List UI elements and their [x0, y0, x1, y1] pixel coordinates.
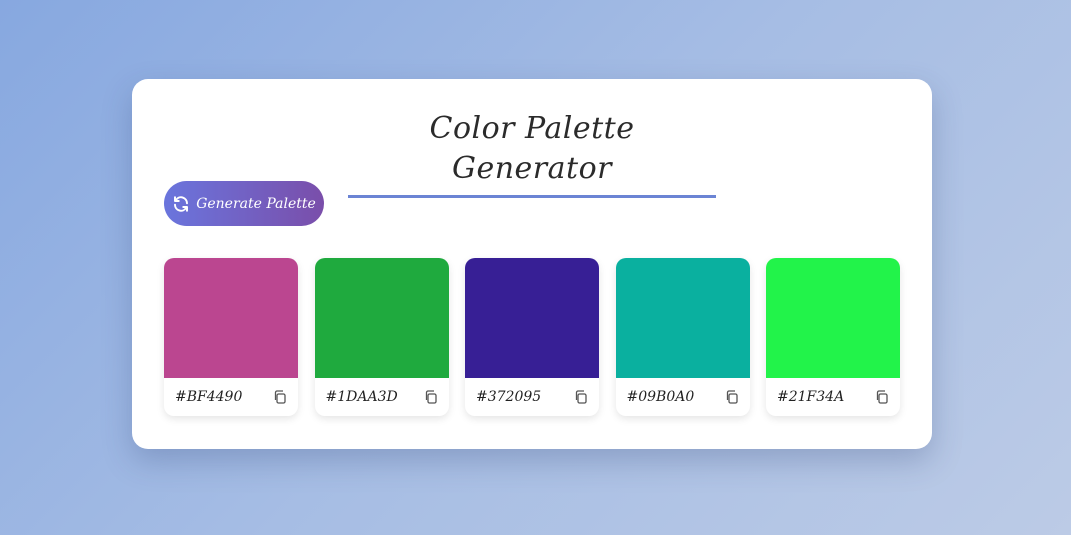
swatch-color[interactable]	[314, 258, 449, 378]
swatch-info: #21F34A	[766, 378, 900, 416]
swatch-color[interactable]	[164, 258, 298, 378]
swatch-hex: #BF4490	[175, 389, 243, 405]
swatch-card[interactable]: #21F34A	[766, 258, 900, 416]
page-title: Color Palette Generator	[348, 109, 716, 198]
generate-palette-label: Generate Palette	[196, 195, 316, 212]
swatch-card[interactable]: #372095	[465, 258, 599, 416]
swatch-hex: #372095	[476, 389, 542, 405]
copy-icon[interactable]	[874, 389, 890, 405]
swatch-info: #BF4490	[164, 378, 298, 416]
generate-palette-button[interactable]: Generate Palette	[164, 181, 324, 226]
swatch-card[interactable]: #09B0A0	[615, 258, 750, 416]
copy-icon[interactable]	[272, 389, 288, 405]
swatch-hex: #1DAA3D	[325, 389, 398, 405]
swatch-hex: #09B0A0	[626, 389, 695, 405]
swatch-color[interactable]	[766, 258, 900, 378]
copy-icon[interactable]	[423, 389, 439, 405]
refresh-icon	[172, 195, 190, 213]
swatch-list: #BF4490 #1DAA3D #372095 #09B0A0 #21F34A	[164, 258, 900, 416]
copy-icon[interactable]	[573, 389, 589, 405]
swatch-info: #372095	[465, 378, 599, 416]
palette-card: Color Palette Generator Generate Palette…	[132, 79, 932, 449]
swatch-info: #09B0A0	[616, 378, 750, 416]
swatch-info: #1DAA3D	[315, 378, 449, 416]
copy-icon[interactable]	[724, 389, 740, 405]
swatch-color[interactable]	[465, 258, 599, 378]
swatch-hex: #21F34A	[777, 389, 845, 405]
swatch-color[interactable]	[615, 258, 750, 378]
swatch-card[interactable]: #BF4490	[164, 258, 298, 416]
swatch-card[interactable]: #1DAA3D	[314, 258, 449, 416]
